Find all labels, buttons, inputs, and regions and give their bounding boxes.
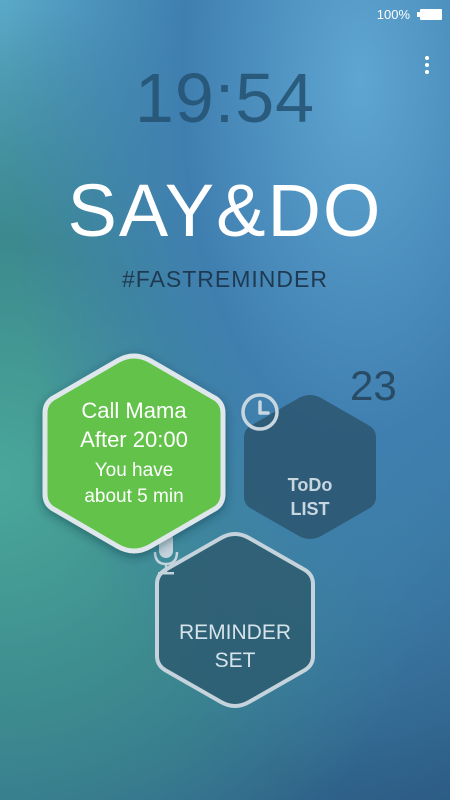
todo-label: ToDo LIST [239,473,381,521]
reminder-time: After 20:00 [80,427,188,452]
reminder-set-line2: SET [214,649,256,672]
reminder-title: Call Mama [81,398,187,423]
battery-icon [417,9,442,20]
battery-percent: 100% [376,7,410,22]
status-bar: 100% [0,0,450,28]
reminder-note-line1: You have [94,460,174,481]
reminder-set-line1: REMINDER [178,621,291,644]
app-subtitle: #FASTREMINDER [122,266,328,292]
reminder-set-button[interactable]: REMINDER SET [152,530,318,710]
todo-list-button[interactable]: ToDo LIST [239,391,381,543]
todo-label-line1: ToDo [287,475,333,495]
reminder-set-label: REMINDER SET [152,619,318,675]
clock-time: 19:54 [134,59,316,137]
clock-icon [241,393,279,431]
todo-label-line2: LIST [290,499,330,519]
app-title: SAY&DO [67,169,383,252]
reminder-note-line2: about 5 min [84,486,184,507]
reminder-content: Call Mama After 20:00 You have about 5 m… [40,397,228,510]
reminder-card[interactable]: Call Mama After 20:00 You have about 5 m… [40,352,228,555]
